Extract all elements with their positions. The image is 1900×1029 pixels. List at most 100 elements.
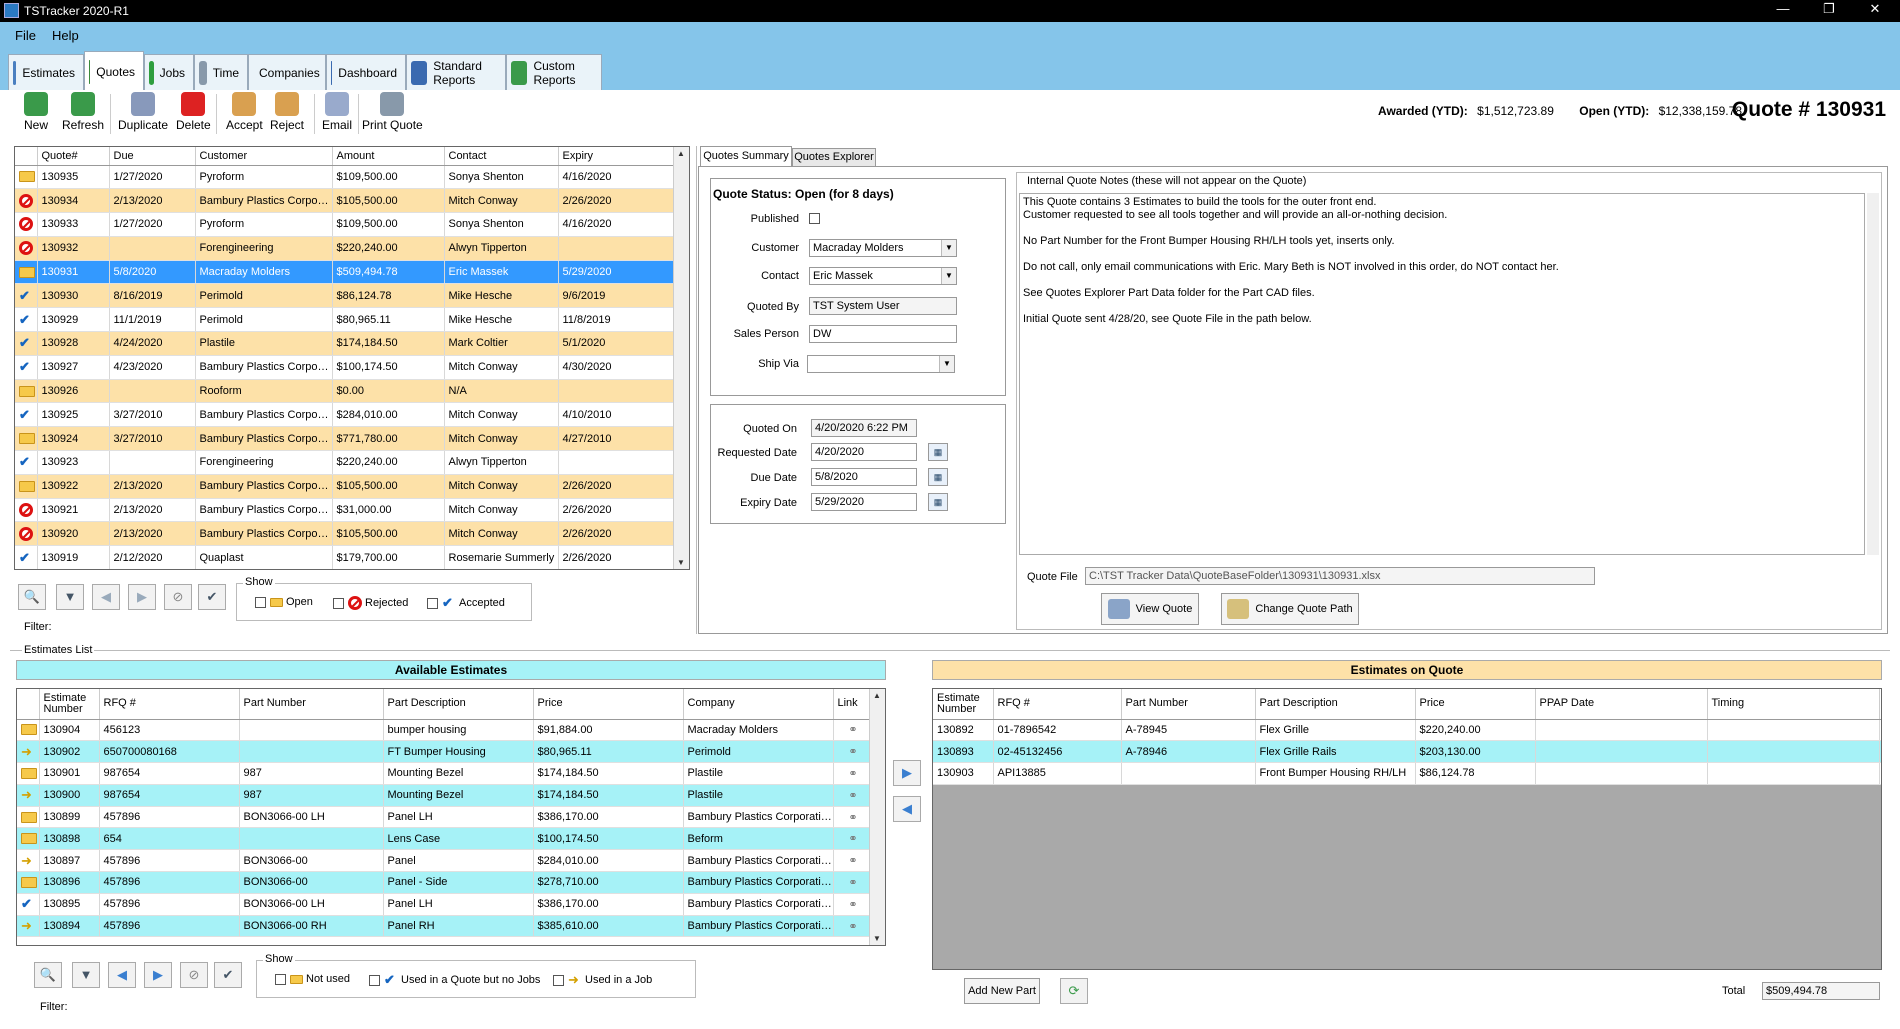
link-cell[interactable]: ⚭	[833, 849, 870, 873]
previous-icon[interactable]: ◀	[92, 584, 120, 610]
column-header[interactable]: Part Description	[383, 689, 534, 720]
column-header[interactable]: Estimate Number	[933, 689, 994, 720]
show-open-checkbox[interactable]: Open	[255, 596, 313, 608]
link-icon[interactable]: ⚭	[848, 833, 857, 845]
print-quote-button[interactable]: Print Quote	[362, 92, 423, 132]
tab-standard-reports[interactable]: Standard Reports	[406, 54, 506, 90]
link-icon[interactable]: ⚭	[848, 921, 857, 933]
due-date-input[interactable]: 5/8/2020	[811, 468, 917, 486]
link-cell[interactable]: ⚭	[1879, 762, 1881, 785]
tab-quotes-explorer[interactable]: Quotes Explorer	[792, 148, 876, 166]
link-icon[interactable]: ⚭	[848, 877, 857, 889]
table-row[interactable]: 130934 2/13/2020 Bambury Plastics Corpora.…	[15, 188, 676, 214]
notes-textarea[interactable]: This Quote contains 3 Estimates to build…	[1019, 193, 1865, 555]
next-icon[interactable]: ▶	[128, 584, 156, 610]
refresh-button[interactable]: Refresh	[62, 92, 104, 132]
change-quote-path-button[interactable]: Change Quote Path	[1221, 593, 1359, 625]
table-row[interactable]: 130924 3/27/2010 Bambury Plastics Corpora.…	[15, 426, 676, 452]
remove-from-quote-arrow-icon[interactable]: ◀	[893, 796, 921, 822]
tab-dashboard[interactable]: Dashboard	[326, 54, 406, 90]
show-accepted-checkbox[interactable]: Accepted	[427, 596, 505, 610]
tab-companies[interactable]: Companies	[248, 54, 326, 90]
table-row[interactable]: 130894457896BON3066-00 RHPanel RH$385,61…	[17, 915, 870, 938]
scroll-down-icon[interactable]: ▼	[873, 934, 881, 943]
link-cell[interactable]: ⚭	[833, 915, 870, 938]
table-row[interactable]: 1309192/12/2020Quaplast$179,700.00Rosema…	[15, 545, 676, 569]
column-header[interactable]: Link	[833, 689, 870, 720]
link-cell[interactable]: ⚭	[833, 871, 870, 894]
show-rejected-checkbox[interactable]: Rejected	[333, 596, 408, 610]
column-header[interactable]: Customer	[195, 147, 333, 166]
requested-date-input[interactable]: 4/20/2020	[811, 443, 917, 461]
link-icon[interactable]: ⚭	[848, 790, 857, 802]
view-quote-button[interactable]: View Quote	[1101, 593, 1199, 625]
link-cell[interactable]: ⚭	[833, 893, 870, 916]
table-row[interactable]: 130921 2/13/2020 Bambury Plastics Corpora.…	[15, 498, 676, 523]
table-row[interactable]: 130896 457896 BON3066-00 Panel - Side $278,7…	[17, 871, 870, 894]
link-icon[interactable]: ⚭	[848, 855, 857, 867]
column-header[interactable]: Price	[1415, 689, 1536, 720]
table-row[interactable]: 130901 987654 987 Mounting Bezel $174,184.50…	[17, 762, 870, 785]
table-row[interactable]: 130931 5/8/2020 Macraday Molders $509,494.7…	[15, 260, 676, 285]
table-row[interactable]: 130923 Forengineering$220,240.00Alwyn Tip…	[15, 450, 676, 475]
table-row[interactable]: 130902650700080168 FT Bumper Housing$80,9…	[17, 740, 870, 764]
show-not-used-checkbox[interactable]: Not used	[275, 973, 350, 985]
tab-quotes[interactable]: Quotes	[84, 51, 144, 91]
search-icon[interactable]: 🔍	[34, 962, 62, 988]
next-icon[interactable]: ▶	[144, 962, 172, 988]
table-row[interactable]: 130926 Rooform $0.00 N/A	[15, 379, 676, 404]
table-row[interactable]: 130893 02-45132456 A-78946 Flex Grille Rail…	[933, 740, 1881, 764]
column-header[interactable]: Price	[533, 689, 684, 720]
table-row[interactable]: 130895457896BON3066-00 LHPanel LH$386,17…	[17, 893, 870, 916]
table-row[interactable]: 130897457896BON3066-00Panel$284,010.00Ba…	[17, 849, 870, 873]
tab-custom-reports[interactable]: Custom Reports	[506, 54, 602, 90]
calendar-icon[interactable]: ▦	[928, 443, 948, 461]
close-button[interactable]: ✕	[1852, 1, 1898, 21]
delete-button[interactable]: Delete	[176, 92, 211, 132]
link-cell[interactable]: ⚭	[833, 784, 870, 807]
refresh-icon[interactable]: ⟳	[1060, 978, 1088, 1004]
notes-scrollbar[interactable]	[1867, 193, 1879, 555]
link-icon[interactable]: ⚭	[848, 812, 857, 824]
scroll-up-icon[interactable]: ▲	[677, 149, 685, 158]
search-icon[interactable]: 🔍	[18, 584, 46, 610]
column-header[interactable]: Timing	[1707, 689, 1880, 720]
link-cell[interactable]: ⚭	[833, 762, 870, 785]
menu-file[interactable]: File	[15, 28, 36, 43]
column-header[interactable]: Link	[1879, 689, 1881, 720]
column-header[interactable]: Company	[683, 689, 834, 720]
table-row[interactable]: 1309253/27/2010Bambury Plastics Corpora.…	[15, 402, 676, 428]
table-row[interactable]: 130903 API13885 Front Bumper Housing RH/LH…	[933, 762, 1881, 785]
column-header[interactable]: RFQ #	[993, 689, 1122, 720]
accept-button[interactable]: Accept	[226, 92, 263, 132]
column-header[interactable]: Contact	[444, 147, 559, 166]
clear-filter-icon[interactable]: ⊘	[180, 962, 208, 988]
tab-estimates[interactable]: Estimates	[8, 54, 84, 90]
show-in-quote-checkbox[interactable]: Used in a Quote but no Jobs	[369, 973, 540, 987]
table-row[interactable]: 130922 2/13/2020 Bambury Plastics Corpora.…	[15, 474, 676, 499]
previous-icon[interactable]: ◀	[108, 962, 136, 988]
column-header[interactable]: Part Number	[1121, 689, 1256, 720]
sales-person-input[interactable]: DW	[809, 325, 957, 343]
link-cell[interactable]: ⚭	[833, 806, 870, 829]
table-row[interactable]: 130899 457896 BON3066-00 LH Panel LH $386,17…	[17, 806, 870, 829]
column-header[interactable]: Due	[109, 147, 196, 166]
table-row[interactable]: 13092911/1/2019Perimold$80,965.11Mike He…	[15, 307, 676, 333]
new-button[interactable]: New	[24, 92, 48, 132]
link-cell[interactable]: ⚭	[1879, 740, 1881, 764]
scroll-up-icon[interactable]: ▲	[873, 691, 881, 700]
column-header[interactable]: PPAP Date	[1535, 689, 1708, 720]
link-cell[interactable]: ⚭	[1879, 719, 1881, 742]
table-row[interactable]: 130892 01-7896542 A-78945 Flex Grille $220,2…	[933, 719, 1881, 742]
select-columns-icon[interactable]: ✔	[214, 962, 242, 988]
table-row[interactable]: 130932 Forengineering $220,240.00 Alwyn Tip…	[15, 236, 676, 261]
filter-icon[interactable]: ▼	[72, 962, 100, 988]
column-header[interactable]: Expiry	[558, 147, 676, 166]
table-row[interactable]: 1309274/23/2020Bambury Plastics Corpora.…	[15, 355, 676, 380]
menu-help[interactable]: Help	[52, 28, 79, 43]
table-row[interactable]: 1309284/24/2020Plastile$174,184.50Mark C…	[15, 331, 676, 356]
clear-filter-icon[interactable]: ⊘	[164, 584, 192, 610]
add-new-part-button[interactable]: Add New Part	[964, 978, 1040, 1004]
quotes-scrollbar[interactable]: ▲ ▼	[673, 147, 689, 569]
customer-select[interactable]: Macraday Molders ▼	[809, 239, 957, 257]
